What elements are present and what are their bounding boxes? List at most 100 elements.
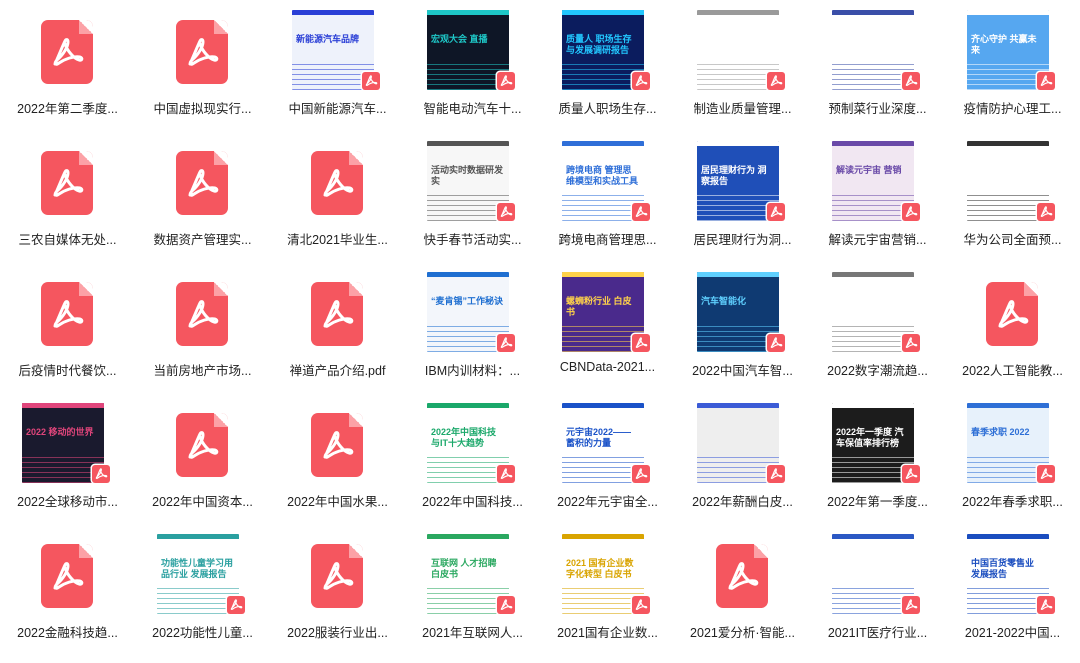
file-item[interactable]: 2021IT医疗行业... <box>810 526 945 658</box>
pdf-badge-icon <box>767 334 785 352</box>
file-item[interactable]: 2021 国有企业数字化转型 白皮书 2021国有企业数... <box>540 526 675 658</box>
file-name-label: IBM内训材料：... <box>424 364 521 378</box>
pdf-badge-icon <box>362 72 380 90</box>
pdf-badge-icon <box>902 334 920 352</box>
thumbnail-title: 活动实时数据研发实 <box>431 165 504 186</box>
file-item[interactable]: 2022服装行业出... <box>270 526 405 658</box>
file-item[interactable]: 中国虚拟现实行... <box>135 2 270 134</box>
file-item[interactable]: 解读元宇宙 营销 解读元宇宙营销... <box>810 133 945 265</box>
pdf-badge-icon <box>1037 72 1055 90</box>
file-item[interactable]: 2022年第二季度... <box>0 2 135 134</box>
thumbnail-title: 春季求职 2022 <box>971 427 1030 437</box>
file-item[interactable]: 2022金融科技趋... <box>0 526 135 658</box>
file-item[interactable]: 汽车智能化 2022中国汽车智... <box>675 264 810 396</box>
thumbnail-accent-bar <box>427 272 509 277</box>
file-item[interactable]: 活动实时数据研发实快手春节活动实... <box>405 133 540 265</box>
file-item[interactable]: 新能源汽车品牌 中国新能源汽车... <box>270 2 405 134</box>
file-tile: 汽车智能化 <box>697 272 787 356</box>
file-item[interactable]: 中国百货零售业 发展报告 2021-2022中国... <box>945 526 1080 658</box>
file-item[interactable]: 2022年薪酬白皮... <box>675 395 810 527</box>
file-item[interactable]: 功能性儿童学习用品行业 发展报告 2022功能性儿童... <box>135 526 270 658</box>
file-name-label: 快手春节活动实... <box>423 233 522 247</box>
file-item[interactable]: 预制菜行业深度... <box>810 2 945 134</box>
file-item[interactable]: 数据资产管理实... <box>135 133 270 265</box>
file-item[interactable]: 三农自媒体无处... <box>0 133 135 265</box>
pdf-badge-icon <box>497 596 515 614</box>
thumbnail-accent-bar <box>157 534 239 539</box>
file-item[interactable]: 2022年一季度 汽车保值率排行榜 2022年第一季度... <box>810 395 945 527</box>
thumbnail-title: “麦肯锡”工作秘诀 <box>431 296 504 306</box>
thumbnail-accent-bar <box>292 10 374 15</box>
file-item[interactable]: 当前房地产市场... <box>135 264 270 396</box>
pdf-file-icon <box>41 544 93 608</box>
file-tile <box>292 403 382 487</box>
file-tile <box>967 272 1057 356</box>
thumbnail-title: 2022年中国科技与IT十大趋势 <box>431 427 497 448</box>
file-name-label: 2021IT医疗行业... <box>827 626 928 640</box>
file-tile: “麦肯锡”工作秘诀 <box>427 272 517 356</box>
file-name-label: 中国新能源汽车... <box>288 102 387 116</box>
file-name-label: 2022服装行业出... <box>287 626 388 640</box>
pdf-file-icon <box>41 151 93 215</box>
file-name-label: 中国虚拟现实行... <box>153 102 252 116</box>
file-tile <box>697 403 787 487</box>
file-item[interactable]: 2022年中国科技与IT十大趋势 2022年中国科技... <box>405 395 540 527</box>
file-item[interactable]: 元宇宙2022——蓄积的力量 2022年元宇宙全... <box>540 395 675 527</box>
file-name-label: 2021爱分析·智能... <box>690 626 795 640</box>
file-item[interactable]: 齐心守护 共赢未来疫情防护心理工... <box>945 2 1080 134</box>
file-item[interactable]: 2022数字潮流趋... <box>810 264 945 396</box>
file-name-label: CBNData-2021... <box>559 360 656 374</box>
pdf-badge-icon <box>1037 203 1055 221</box>
file-item[interactable]: “麦肯锡”工作秘诀 IBM内训材料：... <box>405 264 540 396</box>
file-item[interactable]: 禅道产品介绍.pdf <box>270 264 405 396</box>
file-item[interactable]: 宏观大会 直播 智能电动汽车十... <box>405 2 540 134</box>
file-item[interactable]: 螺蛳粉行业 白皮书 CBNData-2021... <box>540 264 675 396</box>
file-item[interactable]: 2022年中国水果... <box>270 395 405 527</box>
file-name-label: 禅道产品介绍.pdf <box>289 364 386 378</box>
file-tile: 居民理财行为 洞察报告 <box>697 141 787 225</box>
file-name-label: 疫情防护心理工... <box>963 102 1062 116</box>
file-item[interactable]: 2022年中国资本... <box>135 395 270 527</box>
file-tile <box>22 272 112 356</box>
file-item[interactable]: 互联网 人才招聘白皮书 2021年互联网人... <box>405 526 540 658</box>
thumbnail-title: 元宇宙2022——蓄积的力量 <box>566 427 632 448</box>
pdf-badge-icon <box>767 72 785 90</box>
thumbnail-accent-bar <box>697 10 779 15</box>
file-item[interactable]: 居民理财行为 洞察报告 居民理财行为洞... <box>675 133 810 265</box>
pdf-badge-icon <box>497 334 515 352</box>
file-item[interactable]: 后疫情时代餐饮... <box>0 264 135 396</box>
thumbnail-title: 齐心守护 共赢未来 <box>971 34 1037 55</box>
pdf-file-icon <box>176 20 228 84</box>
pdf-file-icon <box>176 151 228 215</box>
pdf-badge-icon <box>767 203 785 221</box>
thumbnail-title: 跨境电商 管理思维模型和实战工具 <box>566 165 639 186</box>
file-name-label: 2022人工智能教... <box>962 364 1063 378</box>
pdf-badge-icon <box>902 465 920 483</box>
file-tile <box>22 141 112 225</box>
file-item[interactable]: 2022人工智能教... <box>945 264 1080 396</box>
file-name-label: 清北2021毕业生... <box>287 233 388 247</box>
file-item[interactable]: 2021爱分析·智能... <box>675 526 810 658</box>
pdf-badge-icon <box>767 465 785 483</box>
file-item[interactable]: 制造业质量管理... <box>675 2 810 134</box>
thumbnail-accent-bar <box>967 534 1049 539</box>
file-tile: 宏观大会 直播 <box>427 10 517 94</box>
file-name-label: 2022年第一季度... <box>827 495 928 509</box>
thumbnail-accent-bar <box>427 10 509 15</box>
file-item[interactable]: 跨境电商 管理思维模型和实战工具 跨境电商管理思... <box>540 133 675 265</box>
file-item[interactable]: 清北2021毕业生... <box>270 133 405 265</box>
file-item[interactable]: 春季求职 2022 2022年春季求职... <box>945 395 1080 527</box>
file-item[interactable]: 质量人 职场生存与发展调研报告 质量人职场生存... <box>540 2 675 134</box>
pdf-badge-icon <box>902 203 920 221</box>
file-tile <box>292 272 382 356</box>
pdf-badge-icon <box>632 596 650 614</box>
pdf-badge-icon <box>227 596 245 614</box>
pdf-file-icon <box>986 282 1038 346</box>
file-item[interactable]: 华为公司全面预... <box>945 133 1080 265</box>
thumbnail-accent-bar <box>832 403 914 408</box>
file-item[interactable]: 2022 移动的世界 2022全球移动市... <box>0 395 135 527</box>
thumbnail-title: 互联网 人才招聘白皮书 <box>431 558 497 579</box>
thumbnail-accent-bar <box>697 141 779 146</box>
file-tile <box>22 10 112 94</box>
file-name-label: 2022数字潮流趋... <box>827 364 928 378</box>
